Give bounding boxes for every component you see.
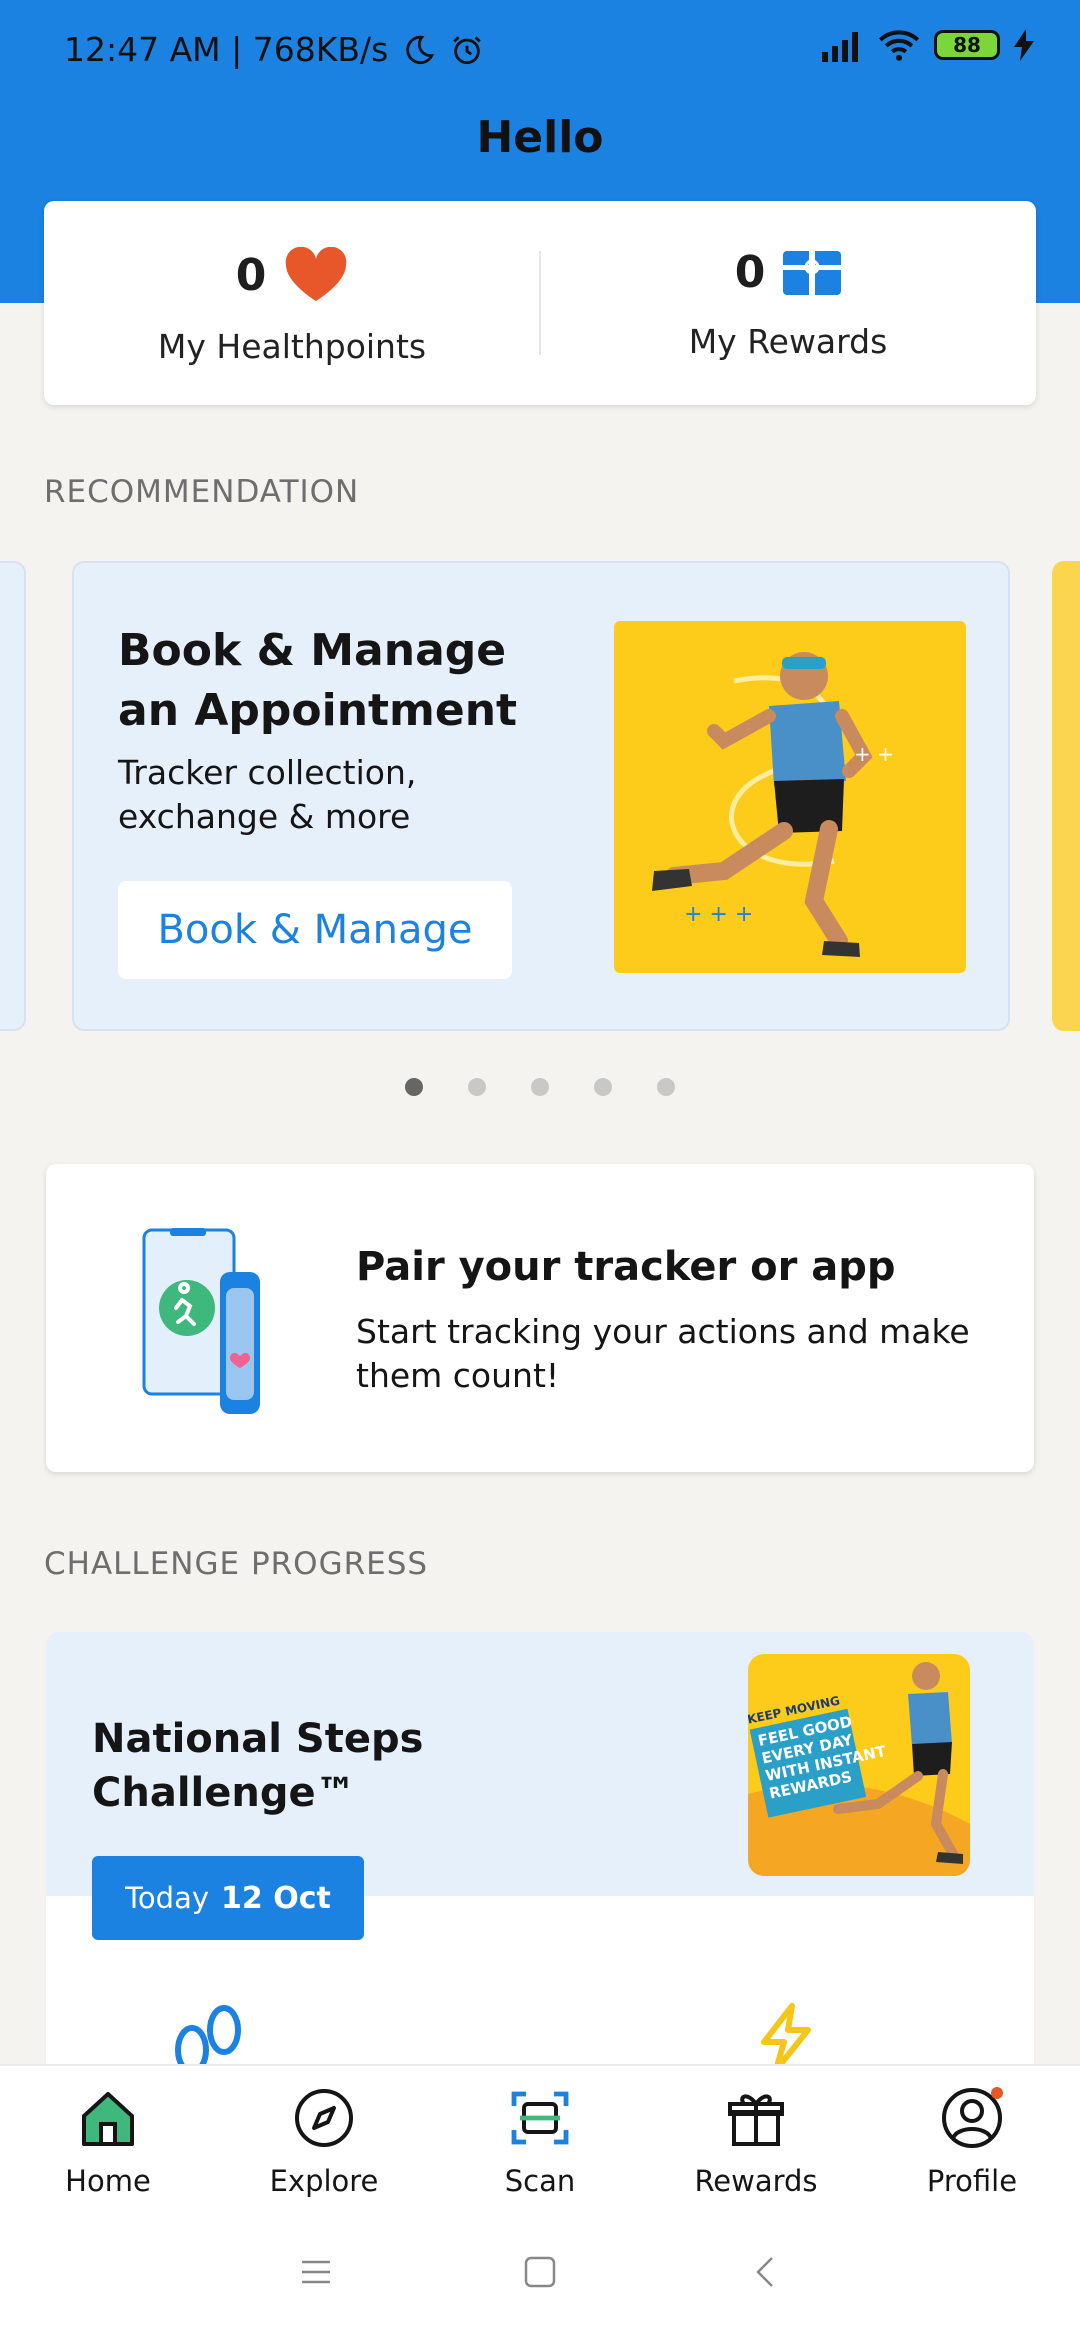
back-icon[interactable] xyxy=(748,2254,784,2290)
carousel-dot[interactable] xyxy=(594,1078,612,1096)
carousel-pagination xyxy=(0,1078,1080,1096)
carousel-card-next[interactable] xyxy=(1052,561,1080,1031)
challenge-title: National Steps Challenge™ xyxy=(92,1716,424,1816)
wifi-icon xyxy=(878,30,920,61)
signal-icon xyxy=(822,32,858,62)
healthpoints-label: My Healthpoints xyxy=(157,327,427,366)
rewards-label: My Rewards xyxy=(688,322,888,361)
nav-explore-label: Explore xyxy=(269,2164,379,2198)
today-badge: Today 12 Oct xyxy=(92,1856,364,1940)
carousel-dot[interactable] xyxy=(657,1078,675,1096)
recommendation-subtitle: Tracker collection, exchange & more xyxy=(118,753,417,836)
pair-tracker-card[interactable]: Pair your tracker or app Start tracking … xyxy=(46,1164,1034,1472)
nav-explore[interactable]: Explore xyxy=(216,2066,432,2214)
rewards-value: 0 xyxy=(734,247,766,298)
nav-profile-label: Profile xyxy=(926,2164,1018,2198)
status-bar: 12:47 AM | 768KB/s 88 xyxy=(0,0,1080,100)
carousel-dot[interactable] xyxy=(531,1078,549,1096)
today-label: Today xyxy=(125,1881,210,1915)
lightning-icon xyxy=(761,2003,811,2072)
healthpoints-value: 0 xyxy=(235,249,267,301)
status-time: 12:47 AM | 768KB/s xyxy=(64,30,389,69)
challenge-promo-image: KEEP MOVING FEEL GOOD EVERY DAY WITH INS… xyxy=(748,1654,970,1876)
heart-icon xyxy=(286,247,347,301)
profile-icon xyxy=(942,2087,1003,2148)
rewards-summary[interactable]: 0 My Rewards xyxy=(540,201,1036,405)
nav-profile[interactable]: Profile xyxy=(864,2066,1080,2214)
healthpoints-summary[interactable]: 0 My Healthpoints xyxy=(44,201,540,405)
carousel-dot[interactable] xyxy=(468,1078,486,1096)
recommendation-card[interactable]: Book & Manage an Appointment Tracker col… xyxy=(72,561,1010,1031)
svg-text:+ + +: + + + xyxy=(684,902,753,927)
nav-rewards-label: Rewards xyxy=(694,2164,818,2198)
challenge-card[interactable]: National Steps Challenge™ Today 12 Oct K… xyxy=(46,1632,1034,2072)
recommendation-title: Book & Manage an Appointment xyxy=(118,625,518,736)
battery-indicator: 88 xyxy=(934,30,1000,60)
page-title: Hello xyxy=(476,112,604,163)
carousel-card-previous[interactable] xyxy=(0,561,26,1031)
carousel-dot[interactable] xyxy=(405,1078,423,1096)
recommendation-section-label: RECOMMENDATION xyxy=(44,474,360,510)
pair-subtitle: Start tracking your actions and make the… xyxy=(356,1312,970,1395)
today-date: 12 Oct xyxy=(221,1880,331,1916)
home-square-icon[interactable] xyxy=(522,2254,558,2290)
system-navigation-bar xyxy=(0,2212,1080,2340)
phone-tracker-icon xyxy=(142,1228,260,1414)
gift-icon xyxy=(728,2094,784,2146)
alarm-icon xyxy=(453,35,482,64)
nav-rewards[interactable]: Rewards xyxy=(648,2066,864,2214)
nav-home-label: Home xyxy=(65,2164,151,2198)
nav-scan[interactable]: Scan xyxy=(432,2066,648,2214)
compass-icon xyxy=(295,2089,353,2147)
home-icon xyxy=(82,2092,134,2146)
book-manage-button[interactable]: Book & Manage xyxy=(118,881,512,979)
moon-icon xyxy=(406,35,435,64)
pair-title: Pair your tracker or app xyxy=(356,1244,896,1290)
footsteps-icon xyxy=(175,2005,241,2072)
nav-home[interactable]: Home xyxy=(0,2066,216,2214)
challenge-section-label: CHALLENGE PROGRESS xyxy=(44,1546,429,1582)
menu-icon[interactable] xyxy=(298,2254,334,2290)
reward-card-icon xyxy=(783,250,842,295)
summary-card: 0 My Healthpoints 0 My Rewards xyxy=(44,201,1036,405)
charging-icon xyxy=(1014,29,1034,61)
runner-illustration: + + + + + xyxy=(614,621,966,973)
bottom-navigation: Home Explore Scan Rewards Profile xyxy=(0,2064,1080,2212)
nav-scan-label: Scan xyxy=(504,2164,576,2198)
svg-text:+ +: + + xyxy=(854,742,894,766)
scan-icon xyxy=(511,2091,569,2145)
